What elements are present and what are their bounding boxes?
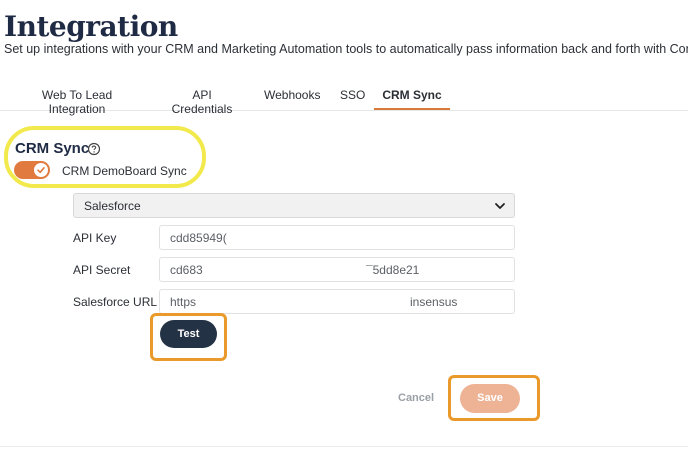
- cancel-button[interactable]: Cancel: [398, 392, 434, 404]
- save-button[interactable]: Save: [460, 384, 520, 413]
- question-circle-icon[interactable]: [87, 142, 101, 156]
- toggle-label: CRM DemoBoard Sync: [62, 164, 187, 178]
- crm-provider-select[interactable]: Salesforce: [73, 193, 515, 218]
- tab-webhooks[interactable]: Webhooks: [264, 88, 320, 110]
- check-icon: [37, 167, 45, 174]
- api-key-label: API Key: [73, 231, 117, 245]
- api-secret-input[interactable]: cd683 ¯5dd8e21: [159, 257, 515, 282]
- divider: [0, 446, 688, 447]
- section-title: CRM Sync: [15, 140, 90, 157]
- page-title: Integration: [4, 10, 178, 43]
- api-secret-label: API Secret: [73, 263, 131, 277]
- tab-sso[interactable]: SSO: [340, 88, 365, 110]
- tab-crm-sync[interactable]: CRM Sync: [374, 88, 450, 110]
- salesforce-url-label: Salesforce URL: [73, 295, 158, 309]
- select-value: Salesforce: [84, 199, 141, 213]
- chevron-down-icon: [495, 203, 505, 209]
- salesforce-url-input[interactable]: https insensus: [159, 289, 515, 314]
- tab-api-credentials[interactable]: API Credentials: [162, 88, 242, 116]
- input-value-tail: insensus: [410, 295, 458, 309]
- tab-web-to-lead[interactable]: Web To Lead Integration: [14, 88, 140, 116]
- input-value-tail: ¯5dd8e21: [366, 263, 420, 277]
- input-value: cd683: [170, 263, 203, 277]
- input-value: https: [170, 295, 197, 309]
- api-key-input[interactable]: cdd85949(: [159, 225, 515, 250]
- page-subtitle: Set up integrations with your CRM and Ma…: [4, 42, 688, 56]
- input-value: cdd85949(: [170, 231, 227, 245]
- crm-sync-toggle[interactable]: [14, 161, 50, 179]
- toggle-knob: [34, 163, 48, 177]
- tab-bar: Web To Lead Integration API Credentials …: [0, 82, 688, 116]
- test-button[interactable]: Test: [160, 320, 217, 348]
